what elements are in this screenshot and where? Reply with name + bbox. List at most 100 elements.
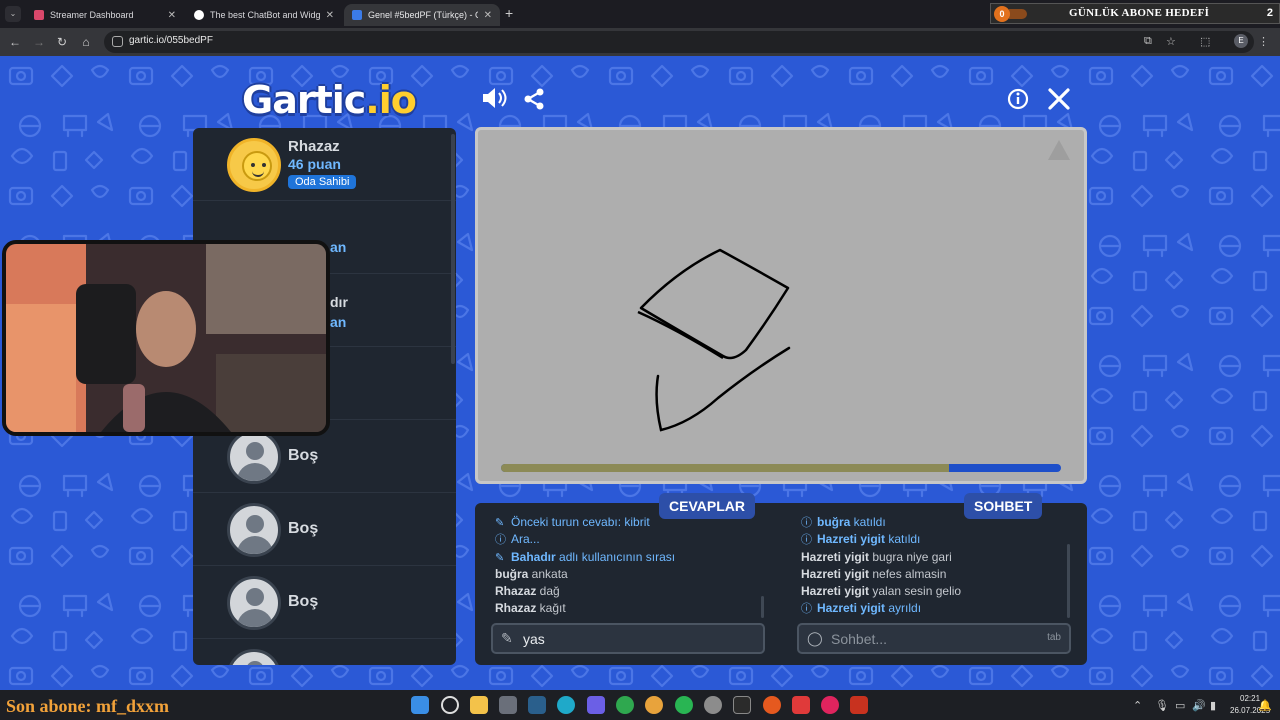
- sound-icon[interactable]: [480, 86, 508, 117]
- epic-games-icon[interactable]: [733, 696, 751, 714]
- answer-input[interactable]: ✎ yas: [491, 623, 765, 654]
- home-icon[interactable]: ⌂: [77, 33, 95, 51]
- reload-icon[interactable]: ↻: [53, 33, 71, 51]
- last-subscriber-overlay: Son abone: mf_dxxm: [6, 696, 170, 716]
- extensions-icon[interactable]: ⬚: [1200, 35, 1210, 48]
- player-name-partial: an: [330, 239, 347, 255]
- message-row: Hazreti yigit yalan sesin gelio: [801, 583, 1066, 600]
- windows-start-icon[interactable]: [411, 696, 429, 714]
- info-icon: ⓘ: [801, 603, 812, 616]
- volume-icon[interactable]: 🔊: [1192, 699, 1206, 712]
- message-row: ✎ Bahadır adlı kullanıcının sırası: [495, 549, 760, 566]
- message-row: ✎ Önceki turun cevabı: kibrit: [495, 514, 760, 531]
- message-text: adlı kullanıcının sırası: [555, 549, 676, 564]
- browser-tab-chatbot[interactable]: The best ChatBot and Widgets ✕: [186, 4, 342, 26]
- video-editor-icon[interactable]: [850, 696, 868, 714]
- close-tab-icon[interactable]: ✕: [484, 10, 492, 21]
- discord-icon[interactable]: [587, 696, 605, 714]
- tab-favicon-icon: [194, 10, 204, 20]
- bookmark-star-icon[interactable]: ☆: [1166, 35, 1176, 48]
- tray-chevron-icon[interactable]: ⌃: [1133, 699, 1142, 712]
- tab-favicon-icon: [34, 10, 44, 20]
- share-icon[interactable]: [522, 87, 546, 118]
- answers-scrollbar[interactable]: [761, 596, 764, 618]
- xbox-icon[interactable]: [616, 696, 634, 714]
- close-icon[interactable]: [1047, 87, 1071, 118]
- valorant-icon[interactable]: [792, 696, 810, 714]
- message-row: Rhazaz dağ: [495, 583, 760, 600]
- drawing-strokes: [637, 248, 791, 432]
- message-row: Hazreti yigit bugra niye gari: [801, 549, 1066, 566]
- notification-bell-icon[interactable]: 🔔: [1258, 699, 1272, 712]
- goal-progress-fill: [1009, 9, 1027, 19]
- menu-dots-icon[interactable]: ⋮: [1258, 35, 1269, 48]
- chrome-icon[interactable]: [645, 696, 663, 714]
- message-row: Rhazaz kağıt: [495, 600, 760, 617]
- empty-avatar-icon: [227, 430, 281, 484]
- cast-icon[interactable]: ⧉: [1144, 35, 1152, 48]
- close-tab-icon[interactable]: ✕: [326, 10, 334, 21]
- message-row: ⓘ Hazreti yigit ayrıldı: [801, 600, 1066, 617]
- chat-list: ⓘ buğra katıldı ⓘ Hazreti yigit katıldı Hazr…: [801, 514, 1066, 618]
- windows-taskbar: Son abone: mf_dxxm ⌃ 🎙 ▭ 🔊 ▮ 02:21 26.07…: [0, 690, 1280, 720]
- browser-tab-gartic[interactable]: Genel #5bedPF (Türkçe) - Gartic ✕: [344, 4, 500, 26]
- answers-list: ✎ Önceki turun cevabı: kibrit ⓘ Ara... ✎ Baha…: [495, 514, 760, 618]
- media-player-icon[interactable]: [821, 696, 839, 714]
- message-text: Ara...: [511, 532, 540, 547]
- chat-input[interactable]: ◯ Sohbet... tab: [797, 623, 1071, 654]
- address-bar[interactable]: gartic.io/055bedPF: [104, 31, 1254, 53]
- message-text: yalan sesin gelio: [869, 584, 962, 599]
- info-icon[interactable]: [1007, 88, 1029, 117]
- steam-icon[interactable]: [528, 696, 546, 714]
- message-row: ⓘ Hazreti yigit katıldı: [801, 531, 1066, 548]
- message-author: Bahadır: [511, 549, 556, 564]
- network-icon[interactable]: ▭: [1175, 699, 1185, 712]
- forward-arrow-icon[interactable]: →: [30, 33, 48, 51]
- player-avatar: [227, 138, 281, 192]
- goal-title: GÜNLÜK ABONE HEDEFİ: [1069, 7, 1210, 19]
- answer-input-value[interactable]: yas: [523, 631, 545, 647]
- pencil-icon: ✎: [501, 630, 513, 646]
- player-card-owner[interactable]: Rhazaz 46 puan Oda Sahibi: [193, 128, 456, 201]
- message-row: Hazreti yigit nefes almasin: [801, 566, 1066, 583]
- tab-key-hint: tab: [1047, 632, 1061, 643]
- app-icon[interactable]: [763, 696, 781, 714]
- players-scrollbar[interactable]: [451, 134, 455, 364]
- back-arrow-icon[interactable]: ←: [6, 33, 24, 51]
- message-author: Hazreti yigit: [817, 532, 886, 547]
- message-text: kağıt: [536, 601, 566, 616]
- battery-icon[interactable]: ▮: [1210, 699, 1216, 712]
- empty-slot-label: Boş: [288, 447, 319, 464]
- drawing-canvas[interactable]: [475, 127, 1087, 484]
- message-author: Hazreti yigit: [801, 566, 870, 581]
- message-text: katıldı: [885, 532, 921, 547]
- browser-tab-streamer-dashboard[interactable]: Streamer Dashboard ✕: [26, 4, 184, 26]
- gartic-logo[interactable]: Gartic.io: [242, 78, 417, 122]
- message-author: Rhazaz: [495, 601, 537, 616]
- url-text[interactable]: gartic.io/055bedPF: [129, 35, 213, 46]
- whatsapp-icon[interactable]: [675, 696, 693, 714]
- player-name: Rhazaz: [288, 138, 340, 155]
- obs-icon[interactable]: [704, 696, 722, 714]
- new-tab-button[interactable]: +: [505, 5, 513, 21]
- close-tab-icon[interactable]: ✕: [168, 10, 176, 21]
- chat-input-placeholder[interactable]: Sohbet...: [831, 631, 887, 647]
- logo-text: Gartic: [242, 78, 366, 122]
- microphone-icon[interactable]: 🎙: [1155, 699, 1169, 712]
- store-icon[interactable]: [499, 696, 517, 714]
- profile-avatar[interactable]: E: [1234, 34, 1248, 48]
- message-author: buğra: [495, 566, 529, 581]
- message-text: ayrıldı: [885, 601, 922, 616]
- search-icon[interactable]: [441, 696, 459, 714]
- player-name-partial: an: [330, 314, 347, 330]
- edge-icon[interactable]: [557, 696, 575, 714]
- tab-search-button[interactable]: ⌄: [5, 6, 21, 22]
- gartic-page: Gartic.io Rhazaz 46 puan Oda Sahibi Boş …: [0, 56, 1280, 690]
- chat-bubble-icon: ◯: [807, 630, 823, 646]
- tab-label: Genel #5bedPF (Türkçe) - Gartic: [368, 10, 478, 20]
- goal-count: 0: [994, 6, 1010, 22]
- message-author: Rhazaz: [495, 584, 537, 599]
- chat-scrollbar[interactable]: [1067, 544, 1070, 618]
- file-explorer-icon[interactable]: [470, 696, 488, 714]
- site-info-icon[interactable]: [112, 36, 123, 47]
